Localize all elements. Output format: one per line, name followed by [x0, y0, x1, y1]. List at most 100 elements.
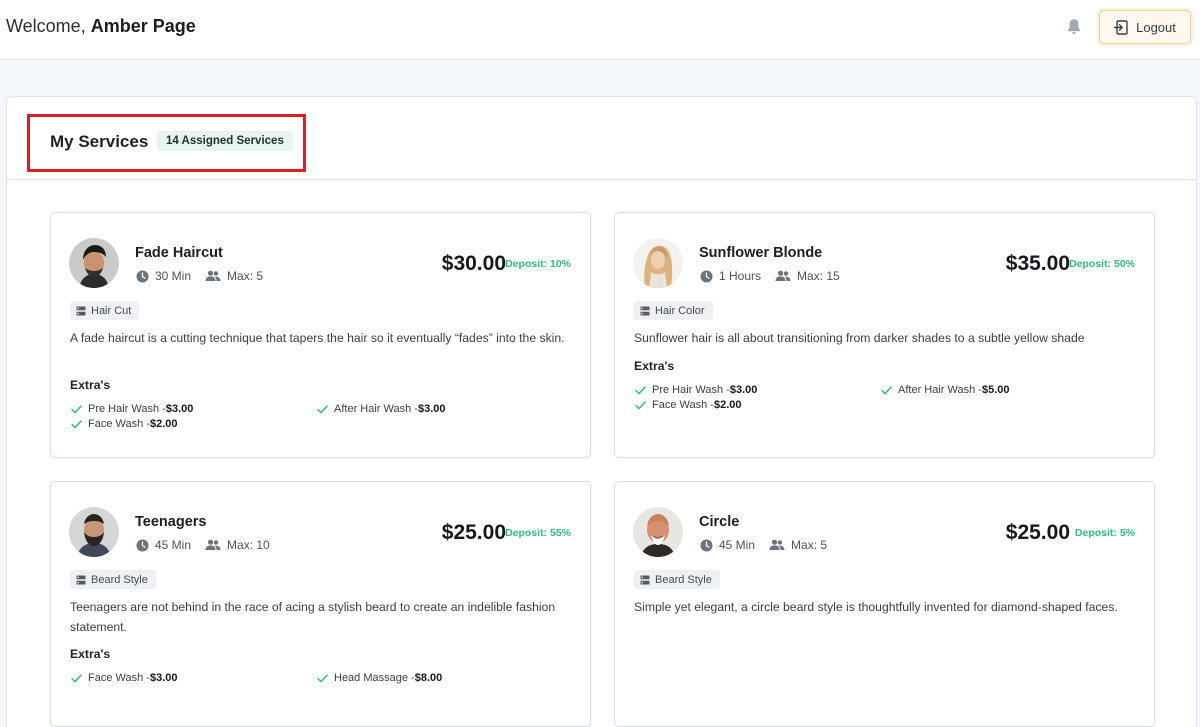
extra-label: After Hair Wash -	[334, 403, 418, 415]
avatar-image	[633, 238, 683, 288]
extra-item: Pre Hair Wash -$3.00	[71, 403, 193, 415]
extra-price: $3.00	[165, 403, 194, 415]
service-meta: 45 Min Max: 10	[136, 538, 270, 552]
avatar	[633, 507, 683, 557]
panel-title: My Services	[50, 132, 149, 151]
service-name: Circle	[699, 514, 740, 530]
service-name: Fade Haircut	[135, 245, 223, 261]
category-label: Hair Color	[655, 304, 705, 317]
bell-icon[interactable]	[1066, 18, 1082, 36]
extra-item: Pre Hair Wash -$3.00	[635, 384, 757, 396]
assigned-count-badge: 14 Assigned Services	[157, 131, 293, 151]
extra-label: Pre Hair Wash -	[652, 384, 730, 396]
check-icon	[71, 404, 82, 413]
deposit-label: Deposit: 55%	[505, 527, 571, 539]
service-duration: 30 Min	[155, 269, 192, 283]
category-icon	[76, 575, 86, 584]
extra-price: $3.00	[417, 403, 446, 415]
check-icon	[317, 673, 328, 682]
service-description: Sunflower hair is all about transitionin…	[634, 331, 1085, 345]
avatar-image	[69, 507, 119, 557]
service-duration: 45 Min	[155, 538, 192, 552]
group-icon	[769, 539, 785, 550]
service-duration: 45 Min	[719, 538, 756, 552]
group-icon	[205, 270, 221, 281]
extras-heading: Extra's	[634, 359, 675, 373]
service-price: $35.00	[1005, 252, 1070, 275]
welcome-prefix: Welcome,	[6, 16, 86, 36]
category-label: Beard Style	[91, 573, 148, 586]
service-meta: 45 Min Max: 5	[700, 538, 827, 552]
extra-label: Head Massage -	[334, 672, 415, 684]
extra-price: $3.00	[149, 672, 178, 684]
category-label: Hair Cut	[91, 304, 132, 317]
extra-item: Head Massage -$8.00	[317, 672, 442, 684]
check-icon	[317, 404, 328, 413]
logout-button[interactable]: Logout	[1099, 10, 1191, 44]
extra-price: $8.00	[414, 672, 443, 684]
clock-icon	[700, 270, 713, 282]
service-max: Max: 10	[227, 538, 270, 552]
services-panel: My Services 14 Assigned Services Fade Ha…	[6, 96, 1197, 727]
welcome-message: Welcome, Amber Page	[6, 16, 196, 37]
service-max: Max: 15	[797, 269, 840, 283]
extra-label: Face Wash -	[88, 672, 150, 684]
category-badge: Hair Color	[634, 301, 713, 320]
category-badge: Beard Style	[634, 570, 720, 589]
deposit-label: Deposit: 10%	[505, 258, 571, 270]
category-badge: Hair Cut	[70, 301, 140, 320]
avatar	[69, 238, 119, 288]
extra-label: After Hair Wash -	[898, 384, 982, 396]
extra-label: Face Wash -	[652, 399, 714, 411]
deposit-label: Deposit: 50%	[1069, 258, 1135, 270]
check-icon	[635, 385, 646, 394]
extra-price: $2.00	[149, 418, 178, 430]
category-label: Beard Style	[655, 573, 712, 586]
service-price: $25.00	[1005, 521, 1070, 544]
check-icon	[881, 385, 892, 394]
extra-item: After Hair Wash -$5.00	[881, 384, 1009, 396]
panel-header: My Services 14 Assigned Services	[7, 97, 1196, 180]
service-description: Simple yet elegant, a circle beard style…	[634, 600, 1118, 614]
extra-label: Pre Hair Wash -	[88, 403, 166, 415]
service-card-fade-haircut[interactable]: Fade Haircut 30 Min Max: 5 $30.00 Deposi…	[50, 212, 591, 458]
deposit-label: Deposit: 5%	[1074, 527, 1135, 539]
group-icon	[775, 270, 791, 281]
avatar-image	[69, 238, 119, 288]
extra-item: Face Wash -$2.00	[635, 399, 741, 411]
category-badge: Beard Style	[70, 570, 156, 589]
avatar	[69, 507, 119, 557]
extra-label: Face Wash -	[88, 418, 150, 430]
extra-item: Face Wash -$2.00	[71, 418, 177, 430]
service-meta: 1 Hours Max: 15	[700, 269, 840, 283]
category-icon	[640, 306, 650, 315]
extra-item: After Hair Wash -$3.00	[317, 403, 445, 415]
category-icon	[76, 306, 86, 315]
clock-icon	[700, 539, 713, 551]
top-bar: Welcome, Amber Page Logout	[0, 0, 1200, 60]
extras-heading: Extra's	[70, 647, 111, 661]
service-price: $30.00	[441, 252, 506, 275]
extra-price: $3.00	[729, 384, 758, 396]
service-card-sunflower-blonde[interactable]: Sunflower Blonde 1 Hours Max: 15 $35.00 …	[614, 212, 1155, 458]
extra-price: $2.00	[713, 399, 742, 411]
service-description: A fade haircut is a cutting technique th…	[70, 331, 565, 345]
service-max: Max: 5	[791, 538, 828, 552]
service-price: $25.00	[441, 521, 506, 544]
logout-label: Logout	[1136, 19, 1176, 35]
avatar	[633, 238, 683, 288]
category-icon	[640, 575, 650, 584]
user-name: Amber Page	[90, 16, 196, 36]
service-card-circle[interactable]: Circle 45 Min Max: 5 $25.00 Deposit: 5% …	[614, 481, 1155, 727]
check-icon	[71, 673, 82, 682]
service-meta: 30 Min Max: 5	[136, 269, 263, 283]
service-name: Teenagers	[135, 514, 207, 530]
extra-item: Face Wash -$3.00	[71, 672, 177, 684]
service-description: Teenagers are not behind in the race of …	[70, 600, 556, 634]
service-max: Max: 5	[227, 269, 264, 283]
service-card-teenagers[interactable]: Teenagers 45 Min Max: 10 $25.00 Deposit:…	[50, 481, 591, 727]
extras-heading: Extra's	[70, 378, 111, 392]
avatar-image	[633, 507, 683, 557]
check-icon	[635, 400, 646, 409]
group-icon	[205, 539, 221, 550]
